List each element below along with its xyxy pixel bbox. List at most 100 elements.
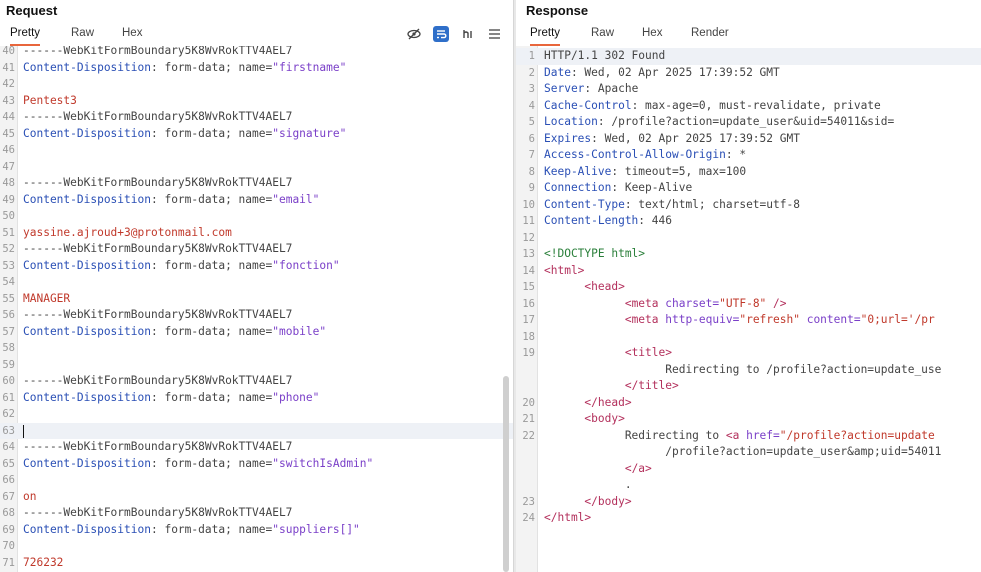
code-line[interactable]: 50 bbox=[0, 208, 513, 225]
code-line[interactable]: 24 </html> bbox=[516, 510, 981, 527]
code-line[interactable]: 48 ------WebKitFormBoundary5K8WvRokTTV4AE… bbox=[0, 175, 513, 192]
code-line[interactable]: 49 Content-Disposition: form-data; name="… bbox=[0, 192, 513, 209]
line-content: Content-Length: 446 bbox=[544, 213, 672, 230]
token: Content-Disposition bbox=[23, 456, 151, 470]
request-tab-pretty[interactable]: Pretty bbox=[10, 27, 41, 46]
line-number: 13 bbox=[522, 248, 535, 260]
code-line[interactable]: 64 ------WebKitFormBoundary5K8WvRokTTV4AE… bbox=[0, 439, 513, 456]
code-line[interactable]: 21 <body> bbox=[516, 411, 981, 428]
code-line[interactable]: 65 Content-Disposition: form-data; name="… bbox=[0, 456, 513, 473]
token: : form-data; name= bbox=[150, 324, 273, 338]
token: Redirecting to /profile?action=update_us… bbox=[544, 362, 942, 376]
line-number: 3 bbox=[528, 83, 535, 95]
token: </title> bbox=[624, 379, 679, 392]
code-line[interactable]: 17 <meta http-equiv="refresh" content="0… bbox=[516, 312, 981, 329]
token: href= bbox=[746, 428, 780, 442]
line-number: 18 bbox=[522, 330, 535, 343]
hide-icon[interactable] bbox=[406, 26, 422, 42]
code-line[interactable]: 57 Content-Disposition: form-data; name="… bbox=[0, 324, 513, 341]
response-tab-raw[interactable]: Raw bbox=[591, 27, 614, 46]
token: <meta bbox=[624, 296, 666, 310]
code-line[interactable]: 10 Content-Type: text/html; charset=utf-8 bbox=[516, 197, 981, 214]
code-line[interactable]: 54 bbox=[0, 274, 513, 291]
code-line[interactable]: 53 Content-Disposition: form-data; name="… bbox=[0, 258, 513, 275]
response-tab-pretty[interactable]: Pretty bbox=[530, 27, 561, 46]
code-line[interactable]: 55 MANAGER bbox=[0, 291, 513, 308]
code-line[interactable]: Redirecting to /profile?action=update_us… bbox=[516, 362, 981, 379]
token: content= bbox=[799, 313, 861, 326]
newline-icon[interactable] bbox=[460, 26, 476, 42]
code-line[interactable]: 43 Pentest3 bbox=[0, 93, 513, 110]
code-line[interactable]: 45 Content-Disposition: form-data; name="… bbox=[0, 126, 513, 143]
line-content: <meta http-equiv="refresh" content="0;ur… bbox=[544, 312, 935, 329]
code-line[interactable]: 41 Content-Disposition: form-data; name="… bbox=[0, 60, 513, 77]
code-line[interactable]: 9 Connection: Keep-Alive bbox=[516, 180, 981, 197]
code-line[interactable]: 23 </body> bbox=[516, 494, 981, 511]
wrap-icon[interactable] bbox=[433, 26, 449, 42]
code-line[interactable]: 19 <title> bbox=[516, 345, 981, 362]
token: Content-Length bbox=[544, 214, 639, 227]
code-line[interactable]: 47 bbox=[0, 159, 513, 176]
code-line[interactable]: 3 Server: Apache bbox=[516, 81, 981, 98]
code-line[interactable]: 13 <!DOCTYPE html> bbox=[516, 246, 981, 263]
code-line[interactable]: 44 ------WebKitFormBoundary5K8WvRokTTV4AE… bbox=[0, 109, 513, 126]
code-line[interactable]: 18 bbox=[516, 329, 981, 346]
code-line[interactable]: </a> bbox=[516, 461, 981, 478]
token: ------WebKitFormBoundary5K8WvRokTTV4AEL7 bbox=[23, 176, 293, 189]
code-line[interactable]: 16 <meta charset="UTF-8" /> bbox=[516, 296, 981, 313]
token: "phone" bbox=[272, 390, 320, 404]
menu-icon[interactable] bbox=[486, 26, 502, 42]
line-number: 71 bbox=[2, 556, 15, 569]
response-tabs: Pretty Raw Hex Render bbox=[516, 24, 981, 46]
line-content: Date: Wed, 02 Apr 2025 17:39:52 GMT bbox=[544, 65, 780, 82]
response-tab-hex[interactable]: Hex bbox=[642, 27, 662, 46]
code-line[interactable]: 46 bbox=[0, 142, 513, 159]
request-tab-raw[interactable]: Raw bbox=[71, 27, 94, 46]
code-line[interactable]: 14 <html> bbox=[516, 263, 981, 280]
code-line[interactable]: 12 bbox=[516, 230, 981, 247]
code-line[interactable]: 62 bbox=[0, 406, 513, 423]
code-line[interactable]: 58 bbox=[0, 340, 513, 357]
request-editor[interactable]: 40 ------WebKitFormBoundary5K8WvRokTTV4AE… bbox=[0, 46, 513, 572]
line-number: 8 bbox=[528, 165, 535, 178]
code-line[interactable]: 66 bbox=[0, 472, 513, 489]
code-line[interactable]: 67 on bbox=[0, 489, 513, 506]
code-line[interactable]: 22 Redirecting to <a href="/profile?acti… bbox=[516, 428, 981, 445]
request-tab-hex[interactable]: Hex bbox=[122, 27, 142, 46]
code-line[interactable]: . bbox=[516, 477, 981, 494]
code-line[interactable]: 59 bbox=[0, 357, 513, 374]
code-line[interactable]: 42 bbox=[0, 76, 513, 93]
code-line[interactable]: </title> bbox=[516, 378, 981, 395]
code-line[interactable]: 1 HTTP/1.1 302 Found bbox=[516, 48, 981, 65]
code-line[interactable]: 40 ------WebKitFormBoundary5K8WvRokTTV4AE… bbox=[0, 46, 513, 60]
code-line[interactable]: 60 ------WebKitFormBoundary5K8WvRokTTV4AE… bbox=[0, 373, 513, 390]
code-line[interactable]: 68 ------WebKitFormBoundary5K8WvRokTTV4AE… bbox=[0, 505, 513, 522]
request-scrollbar[interactable] bbox=[503, 376, 509, 572]
response-tab-render[interactable]: Render bbox=[691, 27, 729, 46]
token: "email" bbox=[272, 192, 320, 206]
code-line[interactable]: 69 Content-Disposition: form-data; name="… bbox=[0, 522, 513, 539]
code-line[interactable]: 61 Content-Disposition: form-data; name="… bbox=[0, 390, 513, 407]
code-line[interactable]: 5 Location: /profile?action=update_user&u… bbox=[516, 114, 981, 131]
code-line[interactable]: 51 yassine.ajroud+3@protonmail.com bbox=[0, 225, 513, 242]
code-line[interactable]: 52 ------WebKitFormBoundary5K8WvRokTTV4AE… bbox=[0, 241, 513, 258]
line-content: Access-Control-Allow-Origin: * bbox=[544, 147, 746, 164]
code-line[interactable]: 56 ------WebKitFormBoundary5K8WvRokTTV4AE… bbox=[0, 307, 513, 324]
code-line[interactable]: 6 Expires: Wed, 02 Apr 2025 17:39:52 GMT bbox=[516, 131, 981, 148]
token: <head> bbox=[584, 280, 625, 293]
code-line[interactable]: 8 Keep-Alive: timeout=5, max=100 bbox=[516, 164, 981, 181]
code-line[interactable]: 7 Access-Control-Allow-Origin: * bbox=[516, 147, 981, 164]
code-line[interactable]: 20 </head> bbox=[516, 395, 981, 412]
code-line[interactable]: 11 Content-Length: 446 bbox=[516, 213, 981, 230]
code-line[interactable]: 2 Date: Wed, 02 Apr 2025 17:39:52 GMT bbox=[516, 65, 981, 82]
code-line[interactable]: 15 <head> bbox=[516, 279, 981, 296]
code-line[interactable]: 70 bbox=[0, 538, 513, 555]
token: </html> bbox=[544, 511, 592, 524]
code-line[interactable]: 71 726232 bbox=[0, 555, 513, 572]
response-editor[interactable]: 1 HTTP/1.1 302 Found 2 Date: Wed, 02 Apr 20… bbox=[516, 46, 981, 572]
line-number: 46 bbox=[2, 144, 15, 156]
code-line[interactable]: 63 bbox=[0, 422, 513, 439]
code-line[interactable]: /profile?action=update_user&amp;uid=5401… bbox=[516, 444, 981, 461]
code-line[interactable]: 4 Cache-Control: max-age=0, must-revalida… bbox=[516, 98, 981, 115]
